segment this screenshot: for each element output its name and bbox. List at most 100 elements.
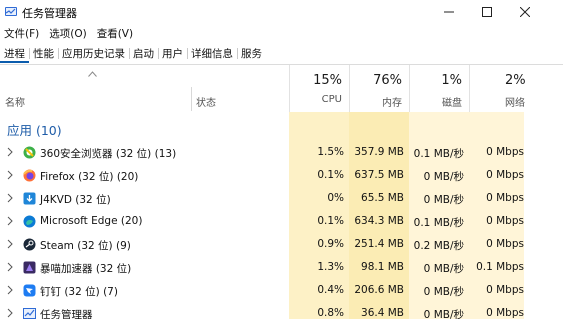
tab-bar: 进程 性能 应用历史记录 启动 用户 详细信息 服务 [0,43,266,63]
process-disk: 0 MB/秒 [423,263,464,275]
cpu-total-percent: 15% [313,73,342,88]
process-cpu: 1.3% [317,261,344,273]
title-bar: 任务管理器 [0,0,563,24]
memory-total-percent: 76% [373,73,402,88]
column-network-header[interactable]: 2% 网络 [469,65,563,113]
chevron-right-icon[interactable] [7,285,15,297]
column-header: 名称 状态 15% CPU 76% 内存 1% 磁盘 2% 网络 [0,64,563,113]
column-disk-header[interactable]: 1% 磁盘 [409,65,469,113]
process-name: 钉钉 (32 位) (7) [40,286,118,298]
process-name: Steam (32 位) (9) [40,240,131,252]
process-row[interactable]: 钉钉 (32 位) (7) 0.4% 206.6 MB 0 MB/秒 0 Mbp… [0,280,563,303]
process-row[interactable]: 任务管理器 0.8% 36.4 MB 0 MB/秒 0 Mbps [0,303,563,319]
chevron-right-icon[interactable] [7,193,15,205]
process-memory: 98.1 MB [361,261,404,273]
chevron-right-icon[interactable] [7,262,15,274]
process-row[interactable]: Firefox (32 位) (20) 0.1% 637.5 MB 0 MB/秒… [0,165,563,188]
menu-file[interactable]: 文件(F) [0,24,45,42]
minimize-icon [444,11,454,13]
task-manager-icon [5,7,17,16]
process-memory: 357.9 MB [354,146,404,158]
process-name: J4KVD (32 位) [40,194,111,206]
process-row[interactable]: Microsoft Edge (20) 0.1% 634.3 MB 0.1 MB… [0,211,563,234]
360-browser-icon [23,146,36,159]
tab-processes[interactable]: 进程 [0,43,29,63]
close-button[interactable] [508,0,542,24]
process-cpu: 0.1% [317,169,344,181]
minimize-button[interactable] [432,0,466,24]
memory-column-label: 内存 [382,98,402,109]
process-memory: 637.5 MB [354,169,404,181]
task-manager-icon [23,307,36,319]
process-name: 360安全浏览器 (32 位) (13) [40,148,177,160]
tab-startup[interactable]: 启动 [129,43,158,63]
menu-options[interactable]: 选项(O) [45,24,92,42]
process-disk: 0.2 MB/秒 [413,240,464,252]
process-name: Firefox (32 位) (20) [40,171,139,183]
disk-total-percent: 1% [441,73,462,88]
menu-view[interactable]: 查看(V) [93,24,139,42]
network-column-label: 网络 [505,98,525,109]
column-divider[interactable] [191,87,192,111]
chevron-right-icon[interactable] [7,216,15,228]
process-disk: 0.1 MB/秒 [413,217,464,229]
dingtalk-icon [23,284,36,297]
disk-column-label: 磁盘 [442,98,462,109]
tab-performance[interactable]: 性能 [29,43,58,63]
chevron-right-icon[interactable] [7,147,15,159]
process-row[interactable]: 暴喵加速器 (32 位) 1.3% 98.1 MB 0 MB/秒 0.1 Mbp… [0,257,563,280]
chevron-right-icon[interactable] [7,239,15,251]
process-network: 0 Mbps [486,238,524,250]
network-total-percent: 2% [505,73,526,88]
process-memory: 251.4 MB [354,238,404,250]
maximize-icon [482,7,492,17]
process-memory: 206.6 MB [354,284,404,296]
process-cpu: 0% [327,192,344,204]
cpu-column-label: CPU [321,94,342,105]
close-icon [520,7,530,17]
process-disk: 0.1 MB/秒 [413,148,464,160]
process-disk: 0 MB/秒 [423,286,464,298]
process-name: 暴喵加速器 (32 位) [40,263,132,275]
process-cpu: 0.1% [317,215,344,227]
process-cpu: 0.4% [317,284,344,296]
process-name: 任务管理器 [40,309,93,319]
process-cpu: 0.8% [317,307,344,319]
tab-services[interactable]: 服务 [237,43,266,63]
process-network: 0.1 Mbps [476,261,524,273]
tab-users[interactable]: 用户 [158,43,187,63]
process-row[interactable]: J4KVD (32 位) 0% 65.5 MB 0 MB/秒 0 Mbps [0,188,563,211]
maximize-button[interactable] [470,0,504,24]
accelerator-icon [23,261,36,274]
process-network: 0 Mbps [486,192,524,204]
process-cpu: 1.5% [317,146,344,158]
process-list: 应用 (10) 360安全浏览器 (32 位) (13) 1.5% 357.9 … [0,112,563,319]
window-title: 任务管理器 [22,7,77,20]
column-cpu-header[interactable]: 15% CPU [289,65,349,113]
column-memory-header[interactable]: 76% 内存 [349,65,409,113]
process-memory: 36.4 MB [361,307,404,319]
tab-details[interactable]: 详细信息 [187,43,237,63]
menu-bar: 文件(F) 选项(O) 查看(V) [0,24,139,42]
process-disk: 0 MB/秒 [423,171,464,183]
column-name-header[interactable]: 名称 [5,94,25,109]
process-memory: 65.5 MB [361,192,404,204]
edge-icon [23,215,36,228]
process-network: 0 Mbps [486,307,524,319]
process-network: 0 Mbps [486,215,524,227]
process-row[interactable]: 360安全浏览器 (32 位) (13) 1.5% 357.9 MB 0.1 M… [0,142,563,165]
process-row[interactable]: Steam (32 位) (9) 0.9% 251.4 MB 0.2 MB/秒 … [0,234,563,257]
process-cpu: 0.9% [317,238,344,250]
column-status-header[interactable]: 状态 [196,94,216,109]
process-network: 0 Mbps [486,146,524,158]
chevron-right-icon[interactable] [7,308,15,319]
process-name: Microsoft Edge (20) [40,215,143,227]
tab-app-history[interactable]: 应用历史记录 [58,43,129,63]
process-disk: 0 MB/秒 [423,309,464,319]
process-disk: 0 MB/秒 [423,194,464,206]
chevron-right-icon[interactable] [7,170,15,182]
apps-group-header[interactable]: 应用 (10) [0,112,563,142]
j4kvd-icon [23,192,36,205]
steam-icon [23,238,36,251]
process-network: 0 Mbps [486,169,524,181]
